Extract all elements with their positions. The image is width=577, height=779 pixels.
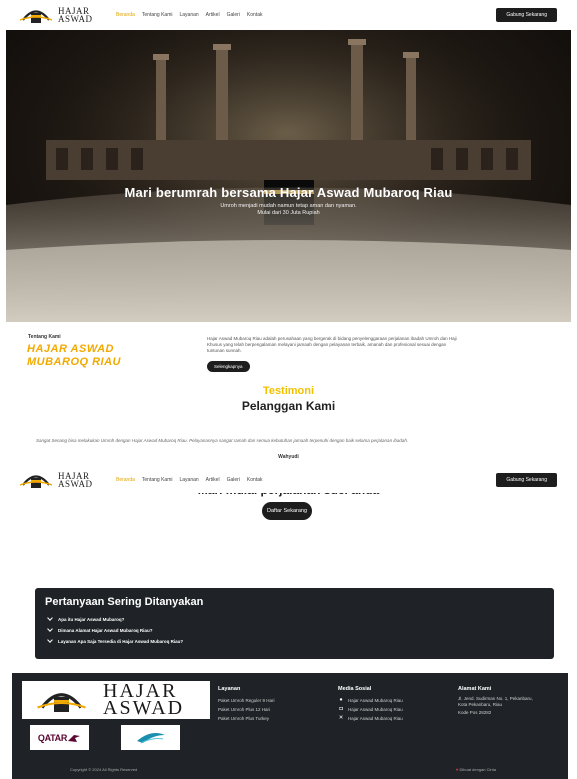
footer-social-title: Media Sosial bbox=[338, 686, 372, 692]
hero-banner: Mari berumrah bersama Hajar Aswad Mubaro… bbox=[6, 30, 571, 322]
brand-name-line2: ASWAD bbox=[58, 479, 93, 489]
brand-logo-sticky[interactable]: HAJAR ASWAD bbox=[19, 470, 110, 490]
nav-link-tentang[interactable]: Tentang Kami bbox=[142, 12, 173, 18]
nav-link-beranda[interactable]: Beranda bbox=[116, 12, 135, 18]
nav-link-galeri[interactable]: Galeri bbox=[227, 477, 240, 483]
testimonial-quote: Sangat Senang bisa melakukan Umroh denga… bbox=[36, 438, 409, 443]
heart-icon: ♥ bbox=[456, 767, 459, 772]
brand-logo[interactable]: HAJAR ASWAD bbox=[19, 5, 110, 25]
about-brand-line2: MUBAROQ RIAU bbox=[27, 356, 121, 368]
nav-link-kontak[interactable]: Kontak bbox=[247, 477, 263, 483]
about-description: Hajar Aswad Mubaroq Riau adalah perusaha… bbox=[207, 336, 457, 353]
footer-brand-line2: ASWAD bbox=[103, 697, 185, 719]
nav-link-artikel[interactable]: Artikel bbox=[206, 477, 220, 483]
social-link-x[interactable]: ✕ Hajar Aswad Mubaroq Riau bbox=[338, 714, 403, 723]
join-now-button-sticky[interactable]: Gabung Sekarang bbox=[496, 473, 557, 487]
footer-service-link[interactable]: Paket Umroh Plus 12 Hari bbox=[218, 705, 275, 714]
garuda-bird-icon bbox=[136, 732, 165, 743]
footer-address: Alamat Kami Jl. Jend. Sudirman No. 1, Pe… bbox=[458, 686, 562, 717]
nav-link-beranda[interactable]: Beranda bbox=[116, 477, 135, 483]
social-link-facebook[interactable]: ● Hajar Aswad Mubaroq Riau bbox=[338, 696, 403, 705]
site-footer: HAJAR ASWAD QATAR Layanan Paket Umroh Re… bbox=[12, 673, 568, 779]
garuda-indonesia-logo bbox=[121, 725, 180, 750]
hero-subtitle: Umroh menjadi mudah namun tetap aman dan… bbox=[6, 203, 571, 217]
chevron-down-icon bbox=[47, 615, 53, 621]
nav-link-kontak[interactable]: Kontak bbox=[247, 12, 263, 18]
kaaba-logo-icon bbox=[19, 5, 53, 25]
qatar-logo-text: QATAR bbox=[37, 732, 68, 743]
brand-name-line2: ASWAD bbox=[58, 14, 93, 24]
footer-services: Layanan Paket Umroh Reguler 9 Hari Paket… bbox=[218, 686, 275, 723]
faq-item[interactable]: Dimana Alamat Hajar Aswad Mubaroq Riau? bbox=[45, 625, 544, 636]
faq-section: Pertanyaan Sering Ditanyakan Apa itu Haj… bbox=[35, 588, 554, 659]
footer-address-title: Alamat Kami bbox=[458, 686, 492, 692]
address-line: Kode Pos 28282 bbox=[458, 710, 492, 715]
facebook-icon: ● bbox=[339, 697, 343, 703]
join-now-button[interactable]: Gabung Sekarang bbox=[496, 8, 557, 22]
social-link-label: Hajar Aswad Mubaroq Riau bbox=[348, 707, 403, 712]
testimonial-author: Wahyudi bbox=[278, 454, 299, 460]
faq-item[interactable]: Apa itu Hajar Aswad Mubaroq? bbox=[45, 614, 544, 625]
faq-title: Pertanyaan Sering Ditanyakan bbox=[45, 596, 204, 608]
social-link-label: Hajar Aswad Mubaroq Riau bbox=[348, 716, 403, 721]
hero-price-line: Mulai dari 30 Juta Rupiah bbox=[257, 210, 320, 216]
faq-question: Apa itu Hajar Aswad Mubaroq? bbox=[58, 617, 125, 622]
nav-links-sticky: Beranda Tentang Kami Layanan Artikel Gal… bbox=[116, 477, 263, 483]
faq-question: Dimana Alamat Hajar Aswad Mubaroq Riau? bbox=[58, 628, 153, 633]
social-link-instagram[interactable]: ◘ Hajar Aswad Mubaroq Riau bbox=[338, 705, 403, 714]
testimonials-subtitle: Pelanggan Kami bbox=[241, 399, 336, 413]
nav-link-layanan[interactable]: Layanan bbox=[179, 12, 198, 18]
made-with-text: ♥ Dibuat dengan Cinta bbox=[456, 767, 496, 772]
read-more-button[interactable]: Selengkapnya bbox=[207, 361, 250, 372]
footer-social: Media Sosial ● Hajar Aswad Mubaroq Riau … bbox=[338, 686, 403, 723]
kaaba-logo-icon bbox=[19, 470, 53, 490]
faq-question: Layanan Apa Saja Tersedia di Hajar Aswad… bbox=[58, 639, 184, 644]
hero-subtitle-line1: Umroh menjadi mudah namun tetap aman dan… bbox=[220, 203, 357, 209]
oryx-icon bbox=[68, 734, 81, 742]
top-navbar: HAJAR ASWAD Beranda Tentang Kami Layanan… bbox=[0, 0, 577, 30]
sticky-navbar: HAJAR ASWAD Beranda Tentang Kami Layanan… bbox=[0, 467, 577, 493]
footer-service-link[interactable]: Paket Umroh Plus Turkey bbox=[218, 714, 275, 723]
nav-link-layanan[interactable]: Layanan bbox=[179, 477, 198, 483]
nav-links: Beranda Tentang Kami Layanan Artikel Gal… bbox=[116, 12, 263, 18]
chevron-down-icon bbox=[47, 626, 53, 632]
social-link-label: Hajar Aswad Mubaroq Riau bbox=[348, 698, 403, 703]
x-icon: ✕ bbox=[338, 715, 344, 721]
hero-title: Mari berumrah bersama Hajar Aswad Mubaro… bbox=[124, 185, 453, 200]
nav-link-artikel[interactable]: Artikel bbox=[206, 12, 220, 18]
instagram-icon: ◘ bbox=[339, 706, 343, 712]
footer-service-link[interactable]: Paket Umroh Reguler 9 Hari bbox=[218, 696, 275, 705]
register-button[interactable]: Daftar Sekarang bbox=[262, 502, 312, 520]
nav-link-galeri[interactable]: Galeri bbox=[227, 12, 240, 18]
qatar-airways-logo: QATAR bbox=[30, 725, 89, 750]
chevron-down-icon bbox=[47, 637, 53, 643]
about-brand-name: HAJAR ASWAD MUBAROQ RIAU bbox=[27, 343, 167, 369]
made-with-label: Dibuat dengan Cinta bbox=[459, 767, 496, 772]
footer-logo: HAJAR ASWAD bbox=[22, 681, 210, 719]
copyright-text: Copyright © 2024 All Rights Reserved bbox=[70, 767, 138, 772]
kaaba-logo-icon bbox=[34, 685, 89, 715]
nav-link-tentang[interactable]: Tentang Kami bbox=[142, 477, 173, 483]
about-section-label: Tentang Kami bbox=[28, 334, 61, 340]
testimonials-title: Testimoni bbox=[262, 385, 315, 397]
faq-item[interactable]: Layanan Apa Saja Tersedia di Hajar Aswad… bbox=[45, 636, 544, 647]
mecca-photo-illustration bbox=[6, 30, 571, 322]
about-brand-line1: HAJAR ASWAD bbox=[27, 343, 114, 355]
footer-services-title: Layanan bbox=[218, 686, 241, 692]
